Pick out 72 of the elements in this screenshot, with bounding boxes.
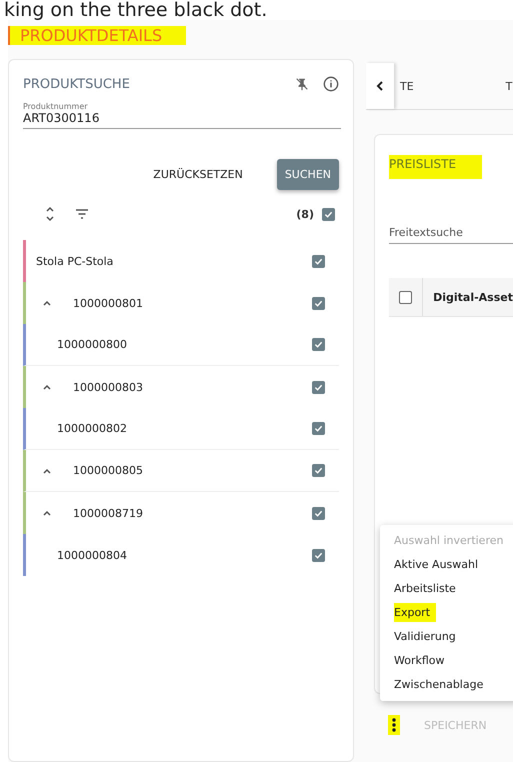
- field-label: Produktnummer: [23, 102, 89, 111]
- tree-label: 1000000804: [56, 548, 128, 562]
- expand-collapse-icon[interactable]: [45, 206, 55, 222]
- menu-item[interactable]: Validierung: [380, 625, 513, 649]
- menu-item[interactable]: Arbeitsliste: [380, 577, 513, 601]
- chevron-up-icon[interactable]: [42, 466, 52, 474]
- highlight-mark: Validierung: [394, 629, 457, 645]
- tree-row[interactable]: Stola PC-Stola: [23, 240, 339, 282]
- chevron-up-icon[interactable]: [42, 383, 52, 391]
- reset-button[interactable]: ZURÜCKSETZEN: [145, 159, 251, 190]
- panel-title: PRODUKTSUCHE: [23, 76, 130, 92]
- three-dots-icon: [392, 718, 396, 732]
- tree-label: 1000000800: [56, 338, 128, 351]
- highlight-mark: Arbeitsliste: [394, 581, 457, 597]
- tree-label: 1000000801: [73, 296, 144, 310]
- checkbox[interactable]: [322, 208, 335, 220]
- more-button[interactable]: [388, 715, 400, 735]
- checkbox[interactable]: [312, 506, 325, 520]
- highlight-mark: Workflow: [394, 653, 446, 669]
- check-icon: [324, 210, 333, 218]
- check-icon: [314, 256, 323, 266]
- checkbox[interactable]: [399, 290, 412, 304]
- tab[interactable]: T: [500, 63, 512, 109]
- tree-label: Stola PC-Stola: [35, 254, 114, 268]
- tree-label: 1000008719: [73, 506, 144, 520]
- tree-row[interactable]: 1000000802: [23, 408, 339, 450]
- chevron-up-icon[interactable]: [42, 299, 52, 307]
- tree-row[interactable]: 1000008719: [23, 492, 339, 534]
- check-icon: [314, 508, 323, 518]
- tree-row[interactable]: 1000000805: [23, 450, 339, 492]
- checkbox[interactable]: [312, 422, 325, 435]
- menu-item[interactable]: Aktive Auswahl: [380, 553, 513, 577]
- menu-item[interactable]: Export: [380, 601, 513, 625]
- checkbox[interactable]: [312, 296, 325, 310]
- check-icon: [314, 550, 323, 560]
- filter-icon[interactable]: [75, 209, 89, 219]
- checkbox[interactable]: [312, 338, 325, 351]
- menu-item[interactable]: Zwischenablage: [380, 673, 513, 697]
- highlight-mark: Export: [394, 603, 436, 622]
- checkbox[interactable]: [312, 254, 325, 268]
- chevron-left-icon: [376, 81, 384, 91]
- column-header[interactable]: Digital-Asset: [422, 278, 513, 316]
- chevron-up-icon[interactable]: [42, 509, 52, 517]
- highlight-mark: Zwischenablage: [394, 677, 484, 693]
- search-field[interactable]: Freitextsuche: [389, 222, 513, 244]
- tree-label: 1000000805: [73, 464, 144, 477]
- tree-row[interactable]: 1000000803: [23, 366, 339, 408]
- checkbox[interactable]: [312, 548, 325, 562]
- tree-row[interactable]: 1000000800: [23, 324, 339, 366]
- checkbox[interactable]: [312, 380, 325, 394]
- input-field[interactable]: ART0300116: [23, 111, 341, 129]
- search-button[interactable]: SUCHEN: [276, 159, 339, 190]
- check-icon: [314, 466, 323, 475]
- tab[interactable]: TE: [394, 63, 414, 109]
- caption-text: king on the three black dot.: [3, 0, 268, 20]
- page-title: PRODUKTDETAILS: [8, 26, 186, 45]
- check-icon: [314, 298, 323, 308]
- check-icon: [314, 382, 323, 392]
- highlight-mark: Auswahl invertieren: [394, 533, 504, 549]
- check-icon: [314, 340, 323, 349]
- tree-label: 1000000803: [73, 380, 144, 394]
- tree-row[interactable]: 1000000801: [23, 282, 339, 324]
- count-label: (8): [296, 208, 314, 220]
- pin-off-icon[interactable]: [295, 77, 309, 91]
- menu-item[interactable]: Workflow: [380, 649, 513, 673]
- tree-label: 1000000802: [56, 422, 128, 435]
- info-icon[interactable]: [323, 76, 339, 92]
- tree-row[interactable]: 1000000804: [23, 534, 339, 576]
- check-icon: [314, 424, 323, 433]
- panel-title: PREISLISTE: [389, 155, 482, 179]
- highlight-mark: Aktive Auswahl: [394, 557, 480, 573]
- checkbox[interactable]: [312, 464, 325, 477]
